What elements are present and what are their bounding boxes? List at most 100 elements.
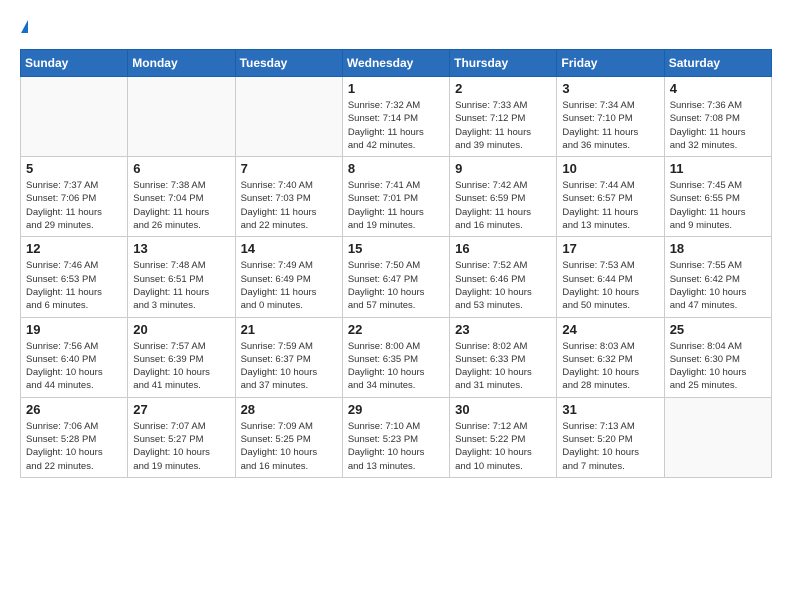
cell-content: Sunrise: 7:55 AMSunset: 6:42 PMDaylight:… xyxy=(670,259,766,312)
calendar-cell: 11 Sunrise: 7:45 AMSunset: 6:55 PMDayligh… xyxy=(664,157,771,237)
calendar-cell: 16 Sunrise: 7:52 AMSunset: 6:46 PMDayligh… xyxy=(450,237,557,317)
day-of-week-header: Thursday xyxy=(450,50,557,77)
day-number: 7 xyxy=(241,161,337,176)
calendar-table: SundayMondayTuesdayWednesdayThursdayFrid… xyxy=(20,49,772,478)
logo-triangle-icon xyxy=(21,20,28,33)
calendar-cell: 10 Sunrise: 7:44 AMSunset: 6:57 PMDayligh… xyxy=(557,157,664,237)
calendar-cell: 26 Sunrise: 7:06 AMSunset: 5:28 PMDayligh… xyxy=(21,397,128,477)
calendar-cell: 18 Sunrise: 7:55 AMSunset: 6:42 PMDayligh… xyxy=(664,237,771,317)
day-of-week-header: Wednesday xyxy=(342,50,449,77)
day-number: 18 xyxy=(670,241,766,256)
calendar-cell: 17 Sunrise: 7:53 AMSunset: 6:44 PMDayligh… xyxy=(557,237,664,317)
cell-content: Sunrise: 7:13 AMSunset: 5:20 PMDaylight:… xyxy=(562,420,658,473)
day-number: 13 xyxy=(133,241,229,256)
calendar-cell: 14 Sunrise: 7:49 AMSunset: 6:49 PMDayligh… xyxy=(235,237,342,317)
day-number: 31 xyxy=(562,402,658,417)
calendar-cell: 8Sunrise: 7:41 AMSunset: 7:01 PMDaylight… xyxy=(342,157,449,237)
cell-content: Sunrise: 7:46 AMSunset: 6:53 PMDaylight:… xyxy=(26,259,122,312)
cell-content: Sunrise: 8:00 AMSunset: 6:35 PMDaylight:… xyxy=(348,340,444,393)
day-number: 22 xyxy=(348,322,444,337)
day-of-week-header: Sunday xyxy=(21,50,128,77)
calendar-cell: 22 Sunrise: 8:00 AMSunset: 6:35 PMDayligh… xyxy=(342,317,449,397)
calendar-cell: 2 Sunrise: 7:33 AMSunset: 7:12 PMDaylight… xyxy=(450,77,557,157)
calendar-week-row: 26 Sunrise: 7:06 AMSunset: 5:28 PMDayligh… xyxy=(21,397,772,477)
cell-content: Sunrise: 7:42 AMSunset: 6:59 PMDaylight:… xyxy=(455,179,551,232)
cell-content: Sunrise: 7:59 AMSunset: 6:37 PMDaylight:… xyxy=(241,340,337,393)
cell-content: Sunrise: 7:49 AMSunset: 6:49 PMDaylight:… xyxy=(241,259,337,312)
day-number: 27 xyxy=(133,402,229,417)
calendar-cell: 28 Sunrise: 7:09 AMSunset: 5:25 PMDayligh… xyxy=(235,397,342,477)
day-number: 5 xyxy=(26,161,122,176)
calendar-cell: 27 Sunrise: 7:07 AMSunset: 5:27 PMDayligh… xyxy=(128,397,235,477)
calendar-cell: 9 Sunrise: 7:42 AMSunset: 6:59 PMDaylight… xyxy=(450,157,557,237)
day-number: 20 xyxy=(133,322,229,337)
cell-content: Sunrise: 8:03 AMSunset: 6:32 PMDaylight:… xyxy=(562,340,658,393)
page-header xyxy=(20,20,772,33)
calendar-cell: 21 Sunrise: 7:59 AMSunset: 6:37 PMDayligh… xyxy=(235,317,342,397)
calendar-cell: 12 Sunrise: 7:46 AMSunset: 6:53 PMDayligh… xyxy=(21,237,128,317)
day-number: 11 xyxy=(670,161,766,176)
cell-content: Sunrise: 7:07 AMSunset: 5:27 PMDaylight:… xyxy=(133,420,229,473)
calendar-cell xyxy=(128,77,235,157)
day-number: 9 xyxy=(455,161,551,176)
calendar-week-row: 19Sunrise: 7:56 AMSunset: 6:40 PMDayligh… xyxy=(21,317,772,397)
cell-content: Sunrise: 7:36 AMSunset: 7:08 PMDaylight:… xyxy=(670,99,766,152)
calendar-cell xyxy=(235,77,342,157)
calendar-week-row: 12 Sunrise: 7:46 AMSunset: 6:53 PMDayligh… xyxy=(21,237,772,317)
day-number: 16 xyxy=(455,241,551,256)
cell-content: Sunrise: 7:06 AMSunset: 5:28 PMDaylight:… xyxy=(26,420,122,473)
calendar-cell: 15Sunrise: 7:50 AMSunset: 6:47 PMDayligh… xyxy=(342,237,449,317)
day-number: 21 xyxy=(241,322,337,337)
cell-content: Sunrise: 7:12 AMSunset: 5:22 PMDaylight:… xyxy=(455,420,551,473)
calendar-cell: 31 Sunrise: 7:13 AMSunset: 5:20 PMDayligh… xyxy=(557,397,664,477)
calendar-cell: 7 Sunrise: 7:40 AMSunset: 7:03 PMDaylight… xyxy=(235,157,342,237)
day-number: 17 xyxy=(562,241,658,256)
cell-content: Sunrise: 7:10 AMSunset: 5:23 PMDaylight:… xyxy=(348,420,444,473)
calendar-cell: 5 Sunrise: 7:37 AMSunset: 7:06 PMDaylight… xyxy=(21,157,128,237)
day-number: 23 xyxy=(455,322,551,337)
cell-content: Sunrise: 7:45 AMSunset: 6:55 PMDaylight:… xyxy=(670,179,766,232)
calendar-cell: 25Sunrise: 8:04 AMSunset: 6:30 PMDayligh… xyxy=(664,317,771,397)
day-number: 8 xyxy=(348,161,444,176)
cell-content: Sunrise: 7:44 AMSunset: 6:57 PMDaylight:… xyxy=(562,179,658,232)
cell-content: Sunrise: 8:02 AMSunset: 6:33 PMDaylight:… xyxy=(455,340,551,393)
cell-content: Sunrise: 7:34 AMSunset: 7:10 PMDaylight:… xyxy=(562,99,658,152)
calendar-cell: 20 Sunrise: 7:57 AMSunset: 6:39 PMDayligh… xyxy=(128,317,235,397)
cell-content: Sunrise: 7:33 AMSunset: 7:12 PMDaylight:… xyxy=(455,99,551,152)
day-of-week-header: Friday xyxy=(557,50,664,77)
cell-content: Sunrise: 7:52 AMSunset: 6:46 PMDaylight:… xyxy=(455,259,551,312)
cell-content: Sunrise: 7:53 AMSunset: 6:44 PMDaylight:… xyxy=(562,259,658,312)
calendar-week-row: 5 Sunrise: 7:37 AMSunset: 7:06 PMDaylight… xyxy=(21,157,772,237)
cell-content: Sunrise: 7:57 AMSunset: 6:39 PMDaylight:… xyxy=(133,340,229,393)
cell-content: Sunrise: 7:40 AMSunset: 7:03 PMDaylight:… xyxy=(241,179,337,232)
cell-content: Sunrise: 7:37 AMSunset: 7:06 PMDaylight:… xyxy=(26,179,122,232)
day-number: 4 xyxy=(670,81,766,96)
cell-content: Sunrise: 7:32 AMSunset: 7:14 PMDaylight:… xyxy=(348,99,444,152)
day-of-week-header: Saturday xyxy=(664,50,771,77)
day-number: 29 xyxy=(348,402,444,417)
day-number: 10 xyxy=(562,161,658,176)
day-number: 26 xyxy=(26,402,122,417)
calendar-cell: 29 Sunrise: 7:10 AMSunset: 5:23 PMDayligh… xyxy=(342,397,449,477)
calendar-cell: 1Sunrise: 7:32 AMSunset: 7:14 PMDaylight… xyxy=(342,77,449,157)
day-number: 2 xyxy=(455,81,551,96)
logo xyxy=(20,20,30,33)
day-number: 12 xyxy=(26,241,122,256)
day-number: 28 xyxy=(241,402,337,417)
calendar-cell: 30Sunrise: 7:12 AMSunset: 5:22 PMDayligh… xyxy=(450,397,557,477)
cell-content: Sunrise: 7:50 AMSunset: 6:47 PMDaylight:… xyxy=(348,259,444,312)
day-of-week-header: Monday xyxy=(128,50,235,77)
calendar-cell xyxy=(21,77,128,157)
day-number: 24 xyxy=(562,322,658,337)
day-number: 3 xyxy=(562,81,658,96)
day-number: 25 xyxy=(670,322,766,337)
calendar-cell: 24 Sunrise: 8:03 AMSunset: 6:32 PMDayligh… xyxy=(557,317,664,397)
calendar-cell xyxy=(664,397,771,477)
calendar-cell: 23 Sunrise: 8:02 AMSunset: 6:33 PMDayligh… xyxy=(450,317,557,397)
calendar-header-row: SundayMondayTuesdayWednesdayThursdayFrid… xyxy=(21,50,772,77)
calendar-cell: 13Sunrise: 7:48 AMSunset: 6:51 PMDayligh… xyxy=(128,237,235,317)
cell-content: Sunrise: 7:09 AMSunset: 5:25 PMDaylight:… xyxy=(241,420,337,473)
day-number: 14 xyxy=(241,241,337,256)
calendar-cell: 4 Sunrise: 7:36 AMSunset: 7:08 PMDaylight… xyxy=(664,77,771,157)
day-of-week-header: Tuesday xyxy=(235,50,342,77)
